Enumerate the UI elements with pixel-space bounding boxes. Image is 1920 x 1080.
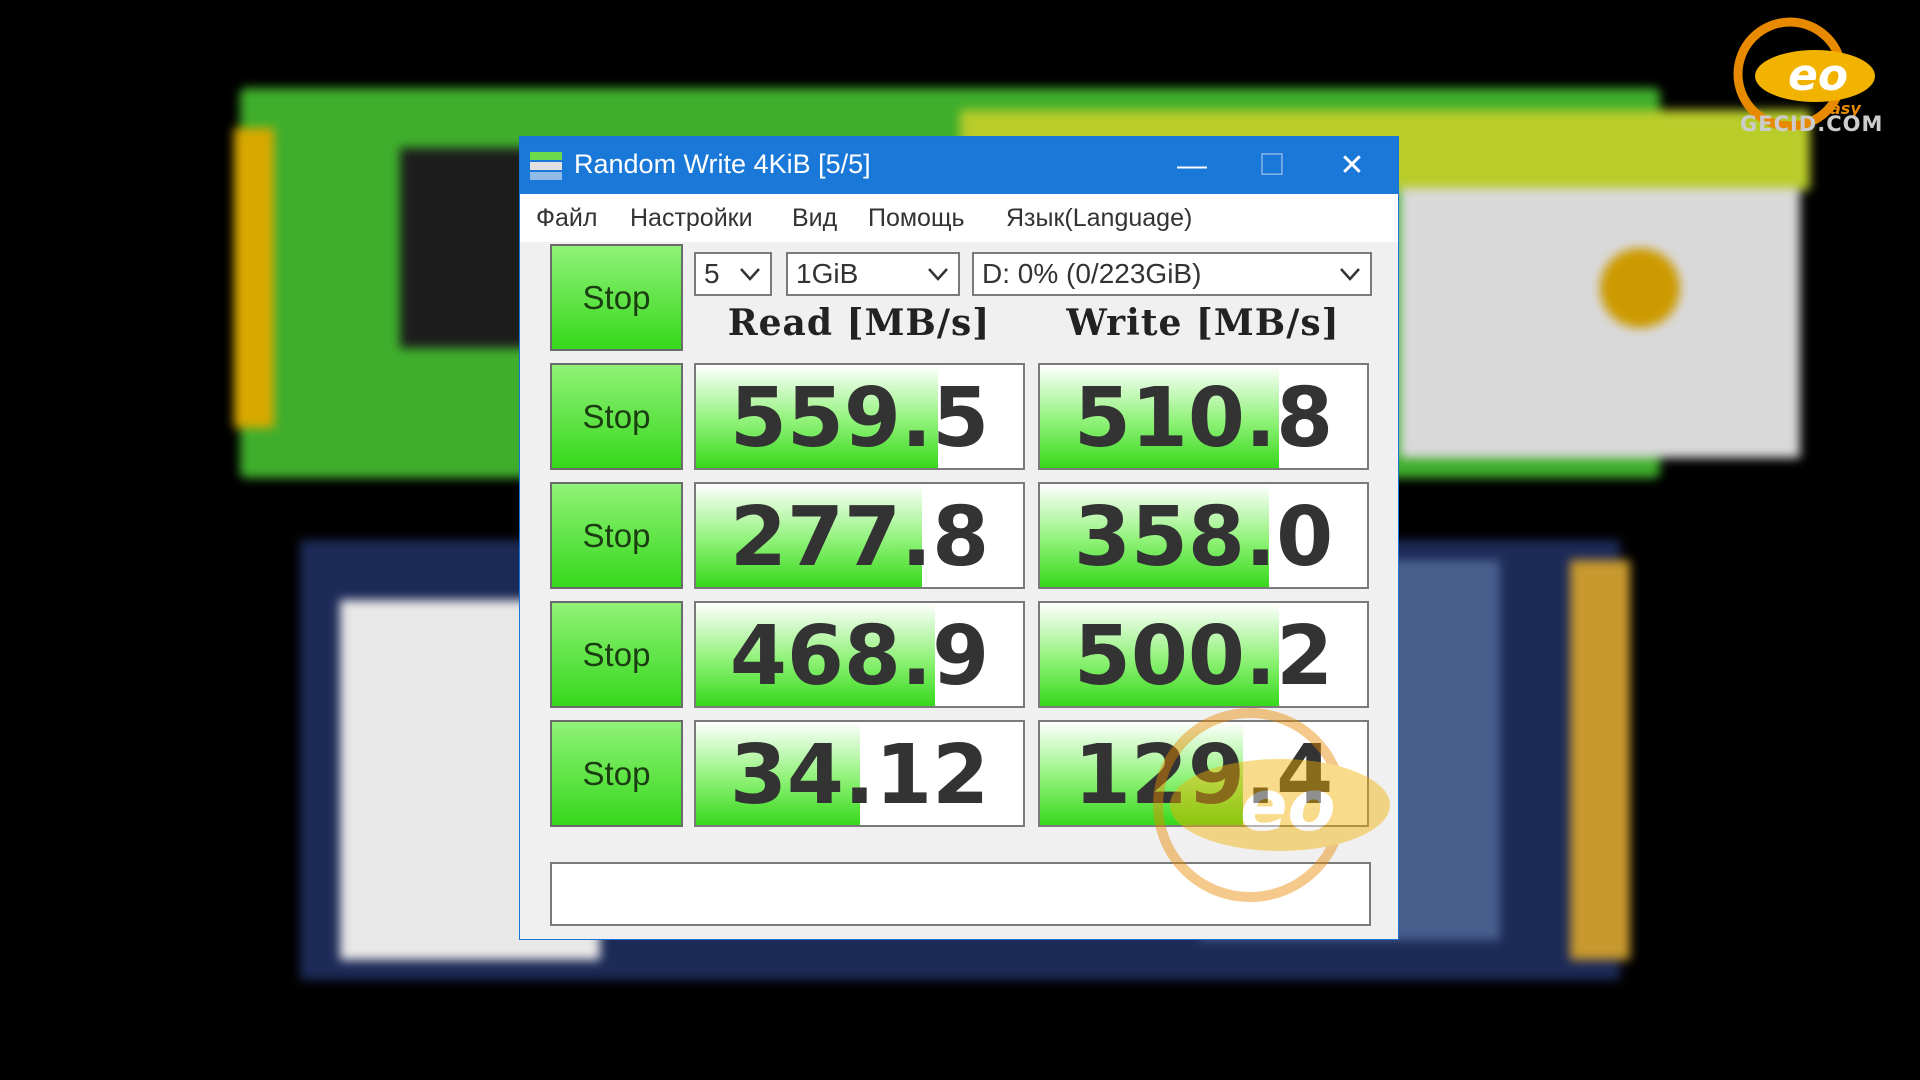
stop-button-row2[interactable]: Stop [550, 482, 683, 589]
watermark-logo-icon: eo [1153, 708, 1390, 902]
title-bar[interactable]: Random Write 4KiB [5/5] — ☐ ✕ [520, 137, 1398, 194]
read-header: Read [MB/s] [727, 302, 991, 344]
write-result: 500.2 [1038, 601, 1369, 708]
chevron-down-icon [928, 268, 948, 281]
chevron-down-icon [1340, 268, 1360, 281]
menu-file[interactable]: Файл [536, 204, 597, 233]
read-result: 468.9 [694, 601, 1025, 708]
menu-bar: Файл Настройки Вид Помощь Язык(Language) [520, 194, 1398, 242]
disk-app-icon [530, 152, 562, 180]
close-button[interactable]: ✕ [1312, 137, 1392, 194]
svg-text:eo: eo [1240, 765, 1336, 847]
write-value: 500.2 [1073, 609, 1334, 704]
read-result: 277.8 [694, 482, 1025, 589]
read-value: 277.8 [729, 490, 990, 585]
count-select[interactable]: 5 [694, 252, 772, 296]
chevron-down-icon [740, 268, 760, 281]
size-select[interactable]: 1GiB [786, 252, 960, 296]
size-value: 1GiB [796, 258, 859, 289]
read-result: 559.5 [694, 363, 1025, 470]
read-value: 559.5 [729, 371, 990, 466]
stop-button-row4[interactable]: Stop [550, 720, 683, 827]
menu-view[interactable]: Вид [792, 204, 837, 233]
write-result: 510.8 [1038, 363, 1369, 470]
maximize-button[interactable]: ☐ [1232, 137, 1312, 194]
menu-language[interactable]: Язык(Language) [1006, 204, 1192, 233]
svg-text:eo: eo [1788, 50, 1848, 101]
read-value: 468.9 [729, 609, 990, 704]
drive-select[interactable]: D: 0% (0/223GiB) [972, 252, 1372, 296]
write-value: 510.8 [1073, 371, 1334, 466]
write-header: Write [MB/s] [1066, 302, 1340, 344]
stop-all-button[interactable]: Stop [550, 244, 683, 351]
write-value: 358.0 [1073, 490, 1334, 585]
read-value: 34.12 [729, 728, 990, 823]
stop-button-seq[interactable]: Stop [550, 363, 683, 470]
stop-button-row3[interactable]: Stop [550, 601, 683, 708]
window-title: Random Write 4KiB [5/5] [574, 149, 871, 179]
count-value: 5 [704, 258, 720, 289]
menu-help[interactable]: Помощь [868, 204, 965, 233]
write-result: 358.0 [1038, 482, 1369, 589]
read-result: 34.12 [694, 720, 1025, 827]
drive-value: D: 0% (0/223GiB) [982, 258, 1202, 289]
menu-settings[interactable]: Настройки [630, 204, 753, 233]
minimize-button[interactable]: — [1152, 137, 1232, 194]
logo-text: GECID.COM [1740, 112, 1884, 136]
